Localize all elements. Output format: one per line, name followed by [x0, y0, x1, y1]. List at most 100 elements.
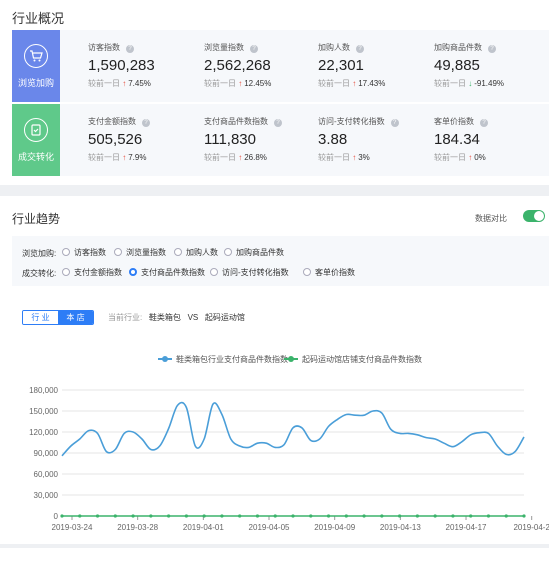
series-point: [344, 514, 348, 518]
option-addcart-users[interactable]: 加购人数: [174, 246, 218, 260]
arrow-up-icon: ↑: [122, 153, 127, 162]
option-addcart-items[interactable]: 加购商品件数: [224, 246, 284, 260]
metric-filters: 浏览加购: 访客指数 浏览量指数 加购人数 加购商品件数 成交转化: 支付金额指…: [12, 236, 549, 286]
help-icon[interactable]: ?: [274, 119, 282, 127]
series-point: [95, 514, 100, 518]
metric-name: 支付金额指数: [88, 117, 136, 126]
series-point: [113, 514, 117, 518]
series-point: [238, 514, 242, 518]
x-tick-label: 2019-03-28: [117, 523, 158, 532]
scope-segmented-control: 行 业 本 店: [22, 310, 94, 325]
compare-percent: -91.49%: [474, 79, 505, 88]
arrow-up-icon: ↑: [352, 79, 357, 88]
help-icon[interactable]: ?: [126, 45, 134, 53]
series-point: [220, 514, 224, 518]
metric-name: 支付商品件数指数: [204, 117, 268, 126]
option-label: 浏览量指数: [126, 248, 166, 257]
option-label: 访客指数: [74, 248, 106, 257]
series-point: [469, 514, 473, 518]
metric-paid-items-index: 支付商品件数指数? 111,830 较前一日 ↑ 26.8%: [204, 104, 324, 176]
metric-name: 加购人数: [318, 43, 350, 52]
metric-value: 2,562,268: [204, 57, 271, 74]
option-pageview-index[interactable]: 浏览量指数: [114, 246, 166, 260]
arrow-up-icon: ↑: [352, 153, 357, 162]
series-point: [255, 514, 260, 518]
metric-pageview-index: 浏览量指数? 2,562,268 较前一日 ↑ 12.45%: [204, 30, 324, 102]
series-point: [291, 514, 295, 518]
metric-value: 49,885: [434, 57, 480, 74]
metric-visitor-index: 访客指数? 1,590,283 较前一日 ↑ 7.45%: [88, 30, 208, 102]
radio-selected-icon: [129, 268, 137, 276]
series-point: [451, 514, 455, 518]
filter-label: 成交转化:: [22, 269, 57, 278]
legend-marker: [158, 356, 172, 362]
x-tick-label: 2019-04-09: [314, 523, 355, 532]
clipboard-icon: [24, 118, 48, 142]
option-paid-items-index[interactable]: 支付商品件数指数: [129, 266, 205, 280]
vs-label: VS: [187, 313, 199, 322]
y-tick-label: 150,000: [29, 407, 58, 416]
row-label: 成交转化: [17, 152, 54, 162]
industry-overview-panel: 行业概况 浏览加购 访客指数? 1,590,283 较前一日 ↑ 7.45% 浏览…: [0, 0, 549, 185]
help-icon[interactable]: ?: [480, 119, 488, 127]
metric-name: 访客指数: [88, 43, 120, 52]
trend-title: 行业趋势: [12, 212, 61, 226]
y-tick-label: 0: [54, 512, 59, 521]
radio-icon: [303, 268, 311, 276]
help-icon[interactable]: ?: [390, 119, 399, 127]
metric-value: 505,526: [88, 131, 143, 148]
compare-toggle-label: 数据对比: [475, 214, 507, 223]
option-label: 访问-支付转化指数: [222, 268, 289, 277]
metric-conversion-index: 访问-支付转化指数? 3.88 较前一日 ↑ 3%: [318, 104, 438, 176]
series-point: [398, 514, 402, 518]
radio-icon: [62, 248, 70, 256]
series-point: [326, 514, 331, 518]
arrow-up-icon: ↑: [468, 153, 473, 162]
filter-label: 浏览加购:: [22, 249, 57, 258]
row-head-browse: 浏览加购: [12, 30, 60, 102]
metric-value: 1,590,283: [88, 57, 155, 74]
legend-item-industry[interactable]: 鞋类箱包行业支付商品件数指数: [158, 354, 288, 365]
legend-item-shop[interactable]: 起码运动馆店铺支付商品件数指数: [284, 354, 422, 365]
legend-marker: [284, 356, 298, 362]
compare-toggle[interactable]: [523, 210, 545, 222]
x-tick-label: 2019-03-24: [52, 523, 93, 532]
compare-percent: 3%: [358, 153, 370, 162]
compare-label: 较前一日: [204, 153, 236, 162]
help-icon[interactable]: ?: [488, 45, 496, 53]
y-tick-label: 120,000: [29, 428, 58, 437]
compare-percent: 26.8%: [244, 153, 267, 162]
shop-name: 起码运动馆: [204, 313, 245, 322]
segment-my-shop[interactable]: 本 店: [58, 311, 93, 324]
option-conversion-index[interactable]: 访问-支付转化指数: [210, 266, 289, 280]
bottom-strip: [0, 548, 549, 563]
help-icon[interactable]: ?: [356, 45, 364, 53]
trend-line-chart: 0 30,000 60,000 90,000 120,000 150,000 180,000…: [29, 386, 549, 532]
radio-icon: [174, 248, 182, 256]
arrow-up-icon: ↑: [238, 153, 243, 162]
overview-row-browse: 浏览加购 访客指数? 1,590,283 较前一日 ↑ 7.45% 浏览量指数? …: [12, 30, 549, 102]
series-point: [273, 514, 277, 518]
y-tick-label: 60,000: [34, 470, 59, 479]
metric-addcart-users: 加购人数? 22,301 较前一日 ↑ 17.43%: [318, 30, 438, 102]
metric-name: 客单价指数: [434, 117, 474, 126]
option-unit-price-index[interactable]: 客单价指数: [303, 266, 355, 280]
help-icon[interactable]: ?: [142, 119, 150, 127]
compare-label: 较前一日: [318, 153, 350, 162]
option-label: 客单价指数: [315, 268, 355, 277]
compare-label: 较前一日: [318, 79, 350, 88]
series-point: [78, 514, 82, 518]
legend-label: 起码运动馆店铺支付商品件数指数: [302, 355, 422, 364]
help-icon[interactable]: ?: [250, 45, 258, 53]
option-visitor-index[interactable]: 访客指数: [62, 246, 106, 260]
compare-percent: 7.9%: [128, 153, 147, 162]
segment-industry[interactable]: 行 业: [23, 311, 58, 324]
legend-label: 鞋类箱包行业支付商品件数指数: [176, 355, 288, 364]
option-label: 支付商品件数指数: [141, 268, 205, 277]
x-tick-label: 2019-04-05: [249, 523, 290, 532]
y-tick-label: 90,000: [34, 449, 59, 458]
current-industry-label: 当前行业:: [108, 313, 143, 322]
compare-label: 较前一日: [204, 79, 236, 88]
option-payment-amount-index[interactable]: 支付金额指数: [62, 266, 122, 280]
series-point: [486, 514, 491, 518]
